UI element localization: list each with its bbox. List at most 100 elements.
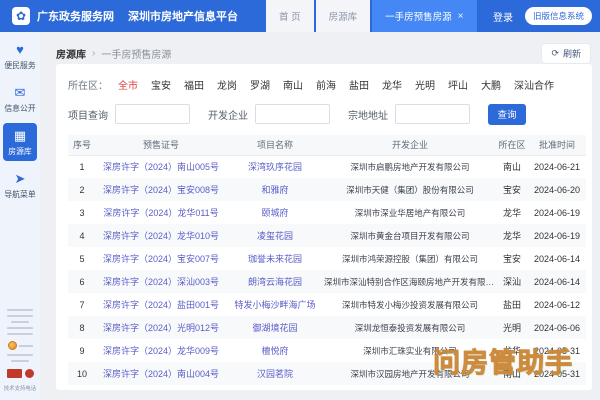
footer-text-line [11,321,29,323]
approval-date: 2024-06-20 [533,184,581,195]
row-index: 10 [76,368,87,379]
permit-number-link[interactable]: 深房许字（2024）光明012号 [96,316,226,339]
permit-number-link[interactable]: 深房许字（2024）南山005号 [96,155,226,178]
gov-badge-icon [6,369,22,378]
table-body: 1 深房许字（2024）南山005号 深湾玖序花园 深圳市启鹏房地产开发有限公司 南山 2… [68,155,586,385]
column-header: 预售证号 [96,135,226,156]
search-input[interactable] [395,104,470,124]
approval-date: 2024-06-14 [533,253,581,264]
permit-number-link[interactable]: 深房许字（2024）龙华009号 [96,339,226,362]
district-filter-row: 所在区： 全市 宝安 福田 龙岗 罗湖 南山 前海 盐田 龙华 光明 坪山 大鹏 深汕合作 [68,74,580,94]
search-field-label: 宗地地址 [348,110,388,122]
district-option[interactable]: 罗湖 [250,81,270,92]
table-row: 4 深房许字（2024）龙华010号 凌玺花园 深圳市黄金台项目开发有限公司 龙华 202… [68,224,586,247]
project-name-link[interactable]: 御湖境花园 [226,316,324,339]
table-row: 8 深房许字（2024）光明012号 御湖境花园 深圳龙恒泰投资发展有限公司 光明 202… [68,316,586,339]
approval-date: 2024-06-21 [533,161,581,172]
table-row: 9 深房许字（2024）龙华009号 檀悦府 深圳市汇珠实业有限公司 龙华 2024-05… [68,339,586,362]
project-name-link[interactable]: 深湾玖序花园 [226,155,324,178]
approval-date: 2024-05-31 [533,368,581,379]
legacy-system-button[interactable]: 旧版信息系统 [524,7,592,25]
row-index: 4 [79,230,85,241]
district-option[interactable]: 坪山 [448,81,468,92]
search-input[interactable] [115,104,190,124]
gov-logo-icon: ✿ [12,7,30,25]
search-input[interactable] [255,104,330,124]
breadcrumb-separator: › [92,47,96,59]
row-index: 6 [79,276,85,287]
project-name-link[interactable]: 特发小梅沙畔海广场 [226,293,324,316]
approval-date: 2024-06-06 [533,322,581,333]
login-link[interactable]: 登录 [493,9,513,24]
district: 南山 [502,369,521,379]
project-name-link[interactable]: 珈誉未来花园 [226,247,324,270]
district-option[interactable]: 大鹏 [481,81,501,92]
permit-number-link[interactable]: 深房许字（2024）龙华011号 [96,201,226,224]
developer-name: 深圳市深业华居地产有限公司 [354,207,466,218]
row-index: 7 [79,299,85,310]
permit-number-link[interactable]: 深房许字（2024）宝安007号 [96,247,226,270]
sidebar-item-label: 导航菜单 [4,189,36,199]
row-index: 1 [79,161,85,172]
district-option[interactable]: 前海 [316,81,336,92]
sidebar-item-导航菜单[interactable]: ➤ 导航菜单 [3,166,37,204]
building-icon: ▦ [13,128,27,143]
nav-tab[interactable]: 一手房预售房源 × [372,0,477,32]
row-index: 2 [79,184,85,195]
district-filter-options: 全市 宝安 福田 龙岗 罗湖 南山 前海 盐田 龙华 光明 坪山 大鹏 深汕合作 [118,77,567,92]
district: 龙华 [502,208,521,218]
sidebar: ♥ 便民服务 ✉ 信息公开 ▦ 房源库 ➤ 导航菜单 技术支持电话 [0,32,40,400]
platform-title: 深圳市房地产信息平台 [128,11,238,23]
main-area: 房源库 › 一手房预售房源 ⟳ 刷新 所在区： 全市 宝安 福田 龙岗 罗湖 南山 前海 盐田… [40,32,600,400]
district-option[interactable]: 光明 [415,81,435,92]
footer-text-line [11,360,29,362]
search-field-group: 项目查询 [68,104,190,124]
district-option[interactable]: 全市 [118,81,138,92]
footer-text-line [7,309,33,311]
sidebar-item-便民服务[interactable]: ♥ 便民服务 [3,37,37,75]
permit-number-link[interactable]: 深房许字（2024）盐田001号 [96,293,226,316]
project-name-link[interactable]: 颐城府 [226,201,324,224]
sidebar-item-信息公开[interactable]: ✉ 信息公开 [3,80,37,118]
developer-name: 深圳市深汕特别合作区海颐房地产开发有限公司 [324,276,496,287]
district-option[interactable]: 龙岗 [217,81,237,92]
sidebar-items: ♥ 便民服务 ✉ 信息公开 ▦ 房源库 ➤ 导航菜单 [0,32,40,208]
district-option[interactable]: 宝安 [151,81,171,92]
project-name-link[interactable]: 檀悦府 [226,339,324,362]
footer-text-line [7,327,33,329]
table-header-row: 序号 预售证号 项目名称 开发企业 所在区 批准时间 [68,135,586,156]
refresh-icon: ⟳ [551,47,559,58]
breadcrumb-parent-link[interactable]: 房源库 [56,46,86,61]
app-window: ✿ 广东政务服务网 深圳市房地产信息平台 首 页房源库 一手房预售房源 × 登录 旧… [0,0,600,400]
nav-tab-label: 房源库 [328,12,358,23]
breadcrumb-current: 一手房预售房源 [101,49,172,61]
sidebar-item-房源库[interactable]: ▦ 房源库 [3,123,37,161]
project-name-link[interactable]: 汉园茗院 [226,362,324,385]
district-option[interactable]: 深汕合作 [514,81,554,92]
column-header: 所在区 [496,135,528,156]
paper-plane-icon: ➤ [14,171,26,186]
district-option[interactable]: 盐田 [349,81,369,92]
district-option[interactable]: 南山 [283,81,303,92]
permit-number-link[interactable]: 深房许字（2024）龙华010号 [96,224,226,247]
project-name-link[interactable]: 凌玺花园 [226,224,324,247]
district-option[interactable]: 福田 [184,81,204,92]
support-phone-text: 技术支持电话 [3,386,37,392]
permit-number-link[interactable]: 深房许字（2024）南山004号 [96,362,226,385]
nav-tab[interactable]: 房源库 [315,0,371,32]
project-name-link[interactable]: 和雅府 [226,178,324,201]
footer-emblem-row [0,341,40,350]
project-name-link[interactable]: 朗湾云海花园 [226,270,324,293]
permit-number-link[interactable]: 深房许字（2024）宝安008号 [96,178,226,201]
nav-tab[interactable]: 首 页 [266,0,314,32]
table-row: 3 深房许字（2024）龙华011号 颐城府 深圳市深业华居地产有限公司 龙华 2024-… [68,201,586,224]
gov-badge-icon [24,369,34,378]
search-field-label: 开发企业 [208,110,248,122]
district: 光明 [502,323,521,333]
district-option[interactable]: 龙华 [382,81,402,92]
refresh-button[interactable]: ⟳ 刷新 [542,43,590,63]
column-header: 开发企业 [324,135,496,156]
permit-number-link[interactable]: 深房许字（2024）深汕003号 [96,270,226,293]
query-button[interactable]: 查询 [488,103,526,125]
tab-close-icon[interactable]: × [458,11,464,22]
